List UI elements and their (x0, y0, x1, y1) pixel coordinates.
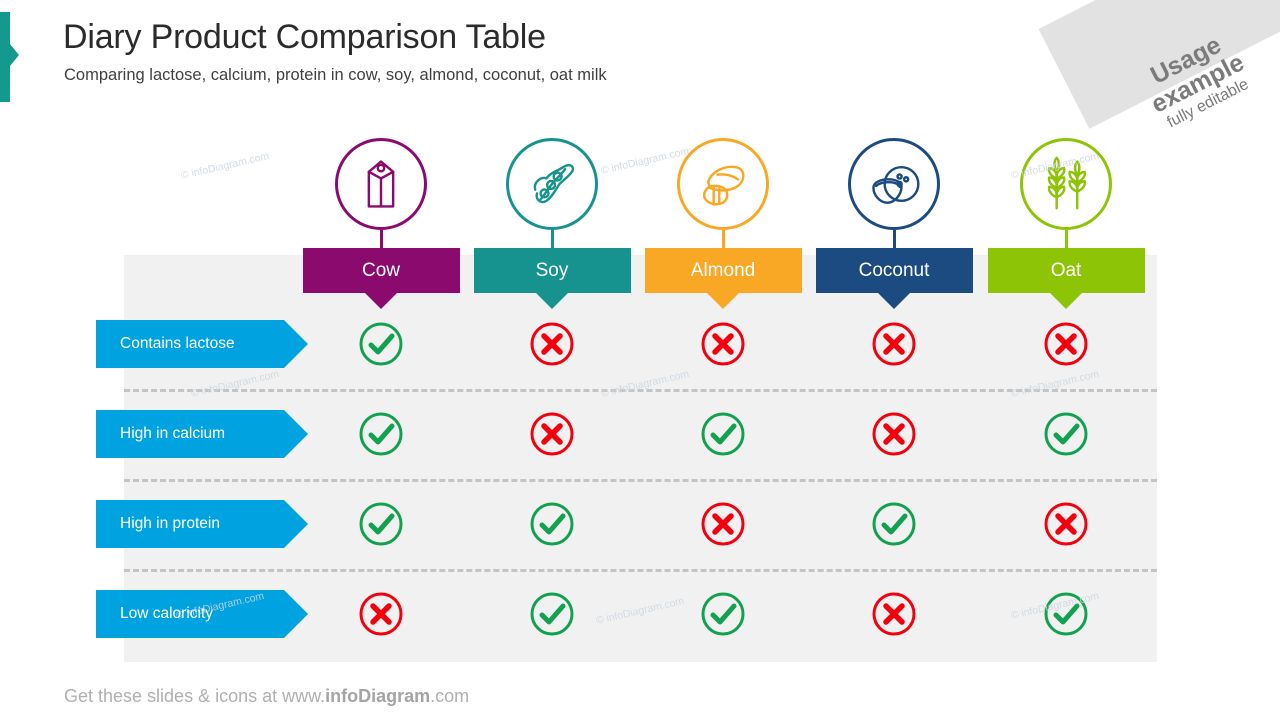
cross-mark-icon (528, 410, 576, 458)
left-accent-bar (0, 12, 10, 102)
column-header-soy[interactable]: Soy (473, 248, 631, 293)
row-label-arrow (284, 500, 308, 548)
row-label-text: High in protein (120, 515, 220, 532)
cross-mark-icon (1042, 500, 1090, 548)
column-header-arrow-soy (536, 293, 568, 309)
column-header-label: Cow (361, 259, 400, 281)
check-mark-icon (528, 590, 576, 638)
row-label-contains-lactose[interactable]: Contains lactose (96, 320, 284, 368)
cross-mark-icon (699, 500, 747, 548)
cross-mark-icon (699, 320, 747, 368)
column-header-cow[interactable]: Cow (302, 248, 460, 293)
row-label-arrow (284, 410, 308, 458)
row-label-high-in-protein[interactable]: High in protein (96, 500, 284, 548)
column-header-almond[interactable]: Almond (644, 248, 802, 293)
wheat-stalks-icon (1020, 138, 1112, 230)
cross-mark-icon (870, 410, 918, 458)
column-header-label: Coconut (858, 259, 930, 281)
check-mark-icon (699, 410, 747, 458)
row-label-text: Contains lactose (120, 335, 235, 352)
cross-mark-icon (870, 590, 918, 638)
check-mark-icon (357, 500, 405, 548)
watermark-2: © infoDiagram.com (599, 145, 691, 177)
row-label-arrow (284, 590, 308, 638)
cross-mark-icon (528, 320, 576, 368)
column-header-arrow-oat (1050, 293, 1082, 309)
left-accent-arrow-icon (10, 44, 19, 66)
column-header-arrow-almond (707, 293, 739, 309)
soy-pods-icon (506, 138, 598, 230)
page-subtitle: Comparing lactose, calcium, protein in c… (64, 66, 607, 84)
footer-credit: Get these slides & icons at www.infoDiag… (64, 686, 469, 707)
footer-brand: infoDiagram (325, 686, 431, 706)
check-mark-icon (870, 500, 918, 548)
check-mark-icon (699, 590, 747, 638)
check-mark-icon (1042, 410, 1090, 458)
column-header-oat[interactable]: Oat (987, 248, 1145, 293)
slide-canvas: Diary Product Comparison Table Comparing… (0, 0, 1280, 720)
check-mark-icon (357, 320, 405, 368)
page-title: Diary Product Comparison Table (63, 18, 546, 56)
milk-carton-icon (335, 138, 427, 230)
check-mark-icon (357, 410, 405, 458)
row-label-text: Low caloricity (120, 605, 214, 622)
footer-prefix: Get these slides & icons at www. (64, 686, 326, 706)
row-separator-3 (124, 569, 1157, 572)
check-mark-icon (1042, 590, 1090, 638)
usage-example-ribbon (1038, 0, 1280, 129)
footer-suffix: .com (430, 686, 470, 706)
column-header-coconut[interactable]: Coconut (815, 248, 973, 293)
row-label-text: High in calcium (120, 425, 226, 442)
row-separator-2 (124, 479, 1157, 482)
column-header-label: Oat (1050, 259, 1082, 281)
row-label-high-in-calcium[interactable]: High in calcium (96, 410, 284, 458)
column-header-arrow-cow (365, 293, 397, 309)
cross-mark-icon (357, 590, 405, 638)
column-header-label: Soy (535, 259, 569, 281)
coconut-icon (848, 138, 940, 230)
check-mark-icon (528, 500, 576, 548)
almond-nuts-icon (677, 138, 769, 230)
cross-mark-icon (870, 320, 918, 368)
row-label-arrow (284, 320, 308, 368)
column-header-arrow-coconut (878, 293, 910, 309)
cross-mark-icon (1042, 320, 1090, 368)
column-header-label: Almond (690, 259, 756, 281)
watermark-1: © infoDiagram.com (179, 150, 271, 182)
row-label-low-caloricity[interactable]: Low caloricity (96, 590, 284, 638)
row-separator-1 (124, 389, 1157, 392)
